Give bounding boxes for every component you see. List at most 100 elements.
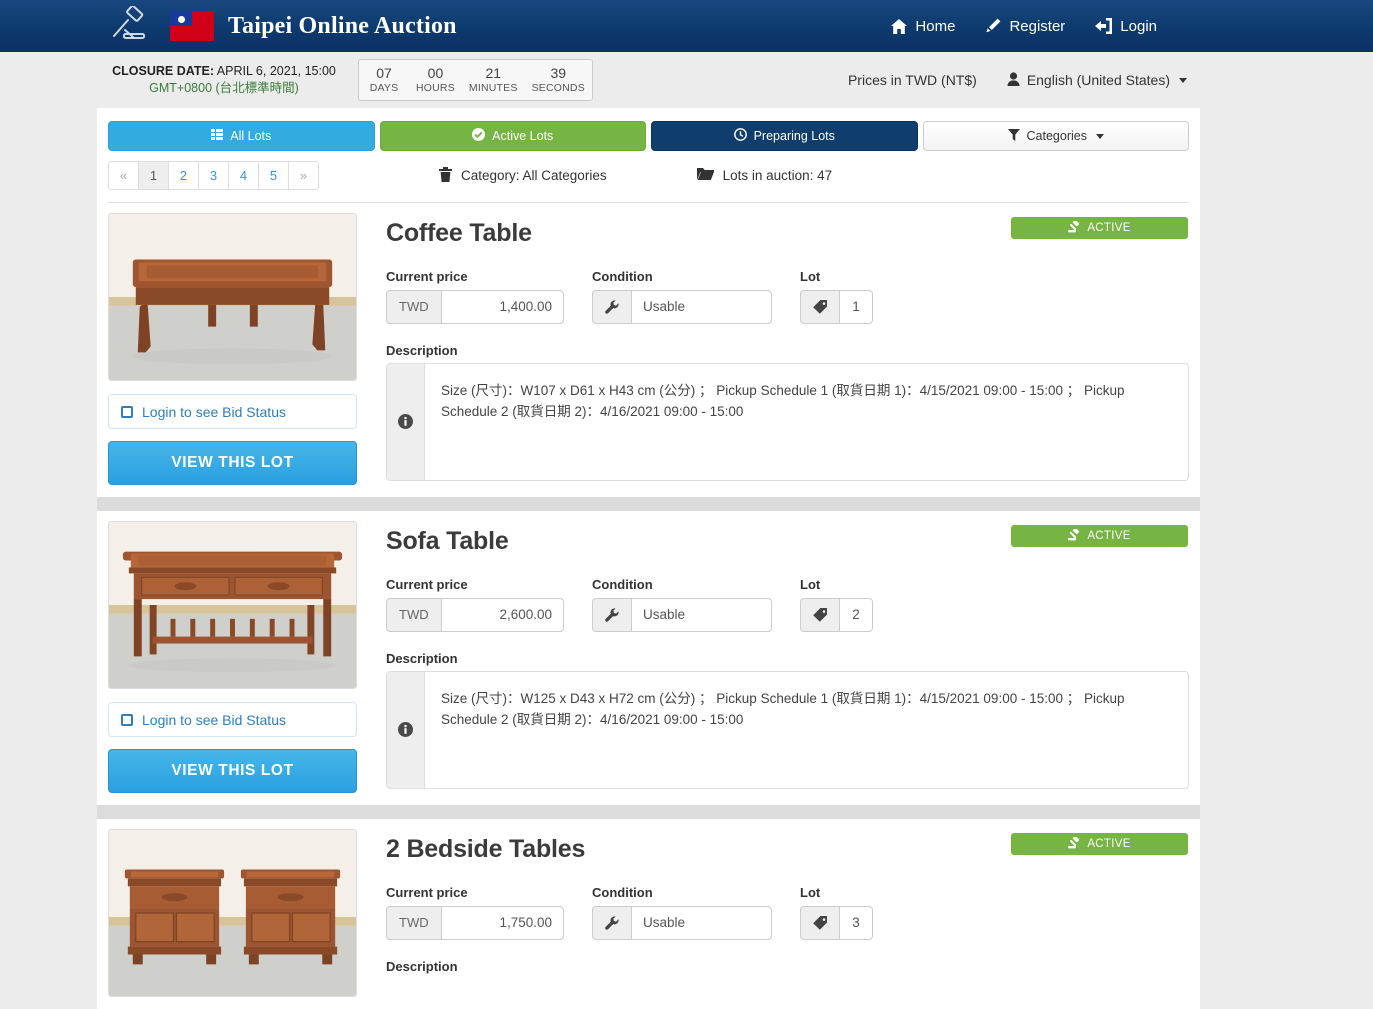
tab-preparing-lots-label: Preparing Lots: [753, 129, 835, 143]
countdown-hours-value: 00: [427, 64, 444, 81]
main-container: All Lots Active Lots Preparing Lots Cate…: [97, 108, 1200, 1009]
countdown-minutes-value: 21: [485, 64, 502, 81]
wrench-icon: [592, 597, 631, 632]
nav-login-label: Login: [1120, 17, 1157, 35]
current-price-label: Current price: [386, 576, 468, 592]
wrench-icon: [592, 289, 631, 324]
nav-home[interactable]: Home: [891, 18, 955, 35]
condition-value: Usable: [631, 905, 772, 940]
tab-active-lots-label: Active Lots: [492, 129, 554, 143]
current-price-value: 2,600.00: [440, 597, 564, 632]
coffee-table-photo[interactable]: [108, 213, 357, 381]
status-badge-label: ACTIVE: [1087, 222, 1131, 234]
description-label: Description: [386, 342, 458, 358]
language-label: English (United States): [1026, 72, 1170, 88]
bedside-tables-photo[interactable]: [108, 829, 357, 997]
bid-status-button[interactable]: Login to see Bid Status: [108, 702, 357, 737]
pagination-page-3[interactable]: 3: [198, 161, 229, 190]
gavel-icon: [1068, 527, 1080, 544]
countdown-timer: 07 DAYS 00 HOURS 21 MINUTES 39 SECONDS: [358, 59, 593, 101]
tab-categories[interactable]: Categories: [922, 121, 1189, 151]
auction-info-bar: CLOSURE DATE: APRIL 6, 2021, 15:00 GMT+0…: [0, 52, 1373, 108]
current-price-value: 1,400.00: [440, 289, 564, 324]
condition-value: Usable: [631, 597, 772, 632]
pagination-page-1[interactable]: 1: [138, 161, 169, 190]
view-lot-button[interactable]: VIEW THIS LOT: [108, 441, 357, 485]
lot-filter-tabs: All Lots Active Lots Preparing Lots Cate…: [108, 121, 1189, 151]
checkbox-icon: [121, 713, 133, 726]
brand[interactable]: Taipei Online Auction: [108, 6, 457, 46]
view-lot-label: VIEW THIS LOT: [171, 454, 294, 471]
gavel-icon: [1068, 219, 1080, 236]
closure-date-label: CLOSURE DATE:: [112, 64, 214, 79]
taiwan-flag-icon: [170, 11, 214, 41]
tag-icon: [800, 597, 839, 632]
current-price-field: Current price TWD 2,600.00: [386, 577, 564, 632]
status-badge: ACTIVE: [1011, 833, 1188, 855]
pagination-page-2[interactable]: 2: [168, 161, 199, 190]
countdown-hours: 00 HOURS: [409, 60, 462, 100]
closure-date-value: APRIL 6, 2021, 15:00: [214, 64, 336, 79]
lot-details: ACTIVE Sofa Table Current price TWD 2,60…: [357, 521, 1189, 793]
description-text: Size (尺寸)：W107 x D61 x H43 cm (公分) ； Pic…: [441, 382, 1125, 420]
info-icon: [387, 363, 425, 480]
filter-icon: [1007, 128, 1020, 144]
category-meta: Category: All Categories: [439, 166, 607, 185]
tab-active-lots[interactable]: Active Lots: [379, 121, 646, 151]
top-navbar: Taipei Online Auction Home Register Logi…: [0, 0, 1373, 52]
condition-field: Condition Usable: [592, 885, 772, 940]
wrench-icon: [592, 905, 631, 940]
lot-fields: Current price TWD 1,750.00 Condition Usa…: [386, 885, 1189, 940]
pagination-page-5[interactable]: 5: [258, 161, 289, 190]
countdown-days-value: 07: [376, 64, 392, 81]
bid-status-button[interactable]: Login to see Bid Status: [108, 394, 357, 429]
current-price-value: 1,750.00: [440, 905, 564, 940]
tab-preparing-lots[interactable]: Preparing Lots: [651, 121, 918, 151]
countdown-days-label: DAYS: [369, 82, 399, 95]
current-price-field: Current price TWD 1,400.00: [386, 269, 564, 324]
nav-login[interactable]: Login: [1095, 18, 1157, 35]
nav-register[interactable]: Register: [985, 18, 1065, 35]
lots-count-meta: Lots in auction: 47: [696, 167, 832, 184]
lot-number-label: Lot: [800, 884, 821, 900]
bid-status-label: Login to see Bid Status: [142, 711, 286, 728]
category-label: Category: All Categories: [461, 168, 607, 183]
lot-item: Login to see Bid Status VIEW THIS LOT AC…: [97, 511, 1200, 805]
lot-details: ACTIVE 2 Bedside Tables Current price TW…: [357, 829, 1189, 997]
currency-addon: TWD: [386, 905, 441, 940]
lot-left-column: [108, 829, 357, 997]
view-lot-button[interactable]: VIEW THIS LOT: [108, 749, 357, 793]
language-selector[interactable]: English (United States): [1007, 71, 1187, 89]
current-price-label: Current price: [386, 268, 468, 284]
tab-categories-label: Categories: [1026, 129, 1087, 143]
condition-label: Condition: [592, 576, 653, 592]
pencil-icon: [985, 18, 1001, 34]
tab-all-lots[interactable]: All Lots: [108, 121, 375, 151]
lot-separator: [97, 497, 1200, 511]
gavel-icon: [1068, 835, 1080, 852]
subbar-right: Prices in TWD (NT$) English (United Stat…: [848, 71, 1373, 89]
sofa-table-photo[interactable]: [108, 521, 357, 689]
current-price-field: Current price TWD 1,750.00: [386, 885, 564, 940]
condition-field: Condition Usable: [592, 269, 772, 324]
nav-register-label: Register: [1009, 17, 1066, 35]
pagination-next[interactable]: »: [288, 161, 319, 190]
countdown-hours-label: HOURS: [416, 82, 455, 95]
lot-number-label: Lot: [800, 576, 821, 592]
info-icon: [387, 671, 425, 788]
chevron-down-icon: [1179, 77, 1187, 83]
description-box: Size (尺寸)：W125 x D43 x H72 cm (公分) ； Pic…: [386, 670, 1189, 789]
filters-panel: All Lots Active Lots Preparing Lots Cate…: [97, 108, 1200, 203]
lot-left-column: Login to see Bid Status VIEW THIS LOT: [108, 213, 357, 485]
description-label: Description: [386, 958, 458, 974]
trash-icon: [439, 166, 452, 185]
lot-number-value: 1: [839, 289, 873, 324]
pagination-page-4[interactable]: 4: [228, 161, 259, 190]
check-circle-icon: [472, 128, 486, 144]
pagination-prev[interactable]: «: [108, 161, 139, 190]
lot-number-field: Lot 2: [800, 577, 873, 632]
lot-left-column: Login to see Bid Status VIEW THIS LOT: [108, 521, 357, 793]
current-price-label: Current price: [386, 884, 468, 900]
pagination: « 1 2 3 4 5 »: [108, 161, 319, 190]
checkbox-icon: [121, 405, 133, 418]
